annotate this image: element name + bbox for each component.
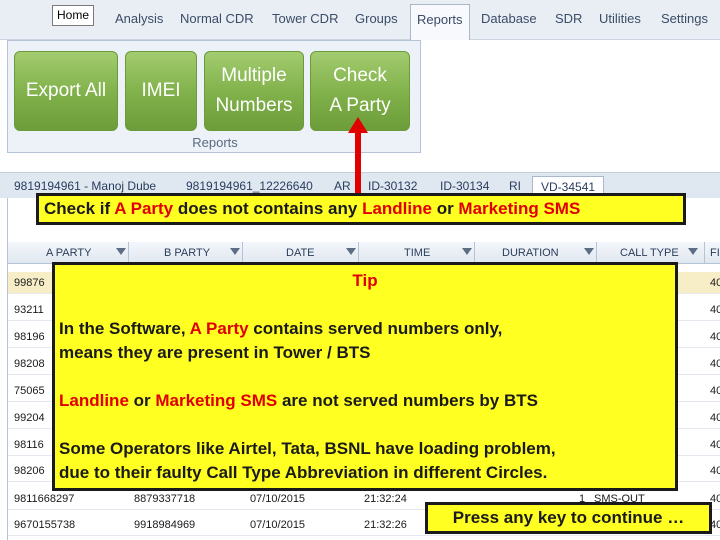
record-tab-manoj-dube[interactable]: 9819194961 - Manoj Dube bbox=[14, 179, 156, 193]
cell-date: 07/10/2015 bbox=[250, 519, 306, 531]
cell-fi: 40 bbox=[710, 439, 720, 451]
tip-text: contains served numbers only, bbox=[248, 319, 503, 338]
column-divider[interactable] bbox=[704, 242, 705, 264]
menu-sdr[interactable]: SDR bbox=[555, 11, 582, 26]
cell-a-party: 98116 bbox=[14, 439, 44, 451]
record-tab-id-30132[interactable]: ID-30132 bbox=[368, 179, 417, 193]
imei-button[interactable]: IMEI bbox=[125, 51, 197, 131]
cell-fi: 40 bbox=[710, 358, 720, 370]
cell-fi: 40 bbox=[710, 304, 720, 316]
imei-label: IMEI bbox=[141, 80, 181, 101]
cell-time: 21:32:24 bbox=[364, 493, 407, 505]
multiple-numbers-label-line2: Numbers bbox=[215, 95, 293, 116]
cell-a-party: 9670155738 bbox=[14, 519, 76, 531]
tip-title: Tip bbox=[352, 271, 378, 290]
menu-analysis[interactable]: Analysis bbox=[115, 11, 163, 26]
banner-callout: Check if A Party does not contains any L… bbox=[36, 193, 686, 225]
tip-highlight-a-party: A Party bbox=[189, 319, 249, 338]
cell-b-party: 9918984969 bbox=[134, 519, 196, 531]
cell-fi: 40 bbox=[710, 412, 720, 424]
record-tab-9819194961[interactable]: 9819194961_12226640 bbox=[186, 179, 313, 193]
cell-fi: 40 bbox=[710, 277, 720, 289]
tip-box: Tip In the Software, A Party contains se… bbox=[52, 262, 678, 491]
banner-text: does not contains any bbox=[173, 199, 363, 218]
menu-database[interactable]: Database bbox=[481, 11, 537, 26]
cell-a-party: 9811668297 bbox=[14, 493, 75, 505]
banner-highlight-landline: Landline bbox=[362, 199, 432, 218]
col-header-duration[interactable]: DURATION bbox=[502, 247, 559, 259]
filter-icon[interactable] bbox=[688, 248, 698, 255]
cell-a-party: 99876 bbox=[14, 277, 45, 289]
cell-a-party: 99204 bbox=[14, 412, 45, 424]
cell-b-party: 8879337718 bbox=[134, 493, 196, 505]
filter-icon[interactable] bbox=[116, 248, 126, 255]
filter-icon[interactable] bbox=[462, 248, 472, 255]
cell-time: 21:32:26 bbox=[364, 519, 407, 531]
cell-a-party: 93211 bbox=[14, 304, 44, 316]
cell-a-party: 98196 bbox=[14, 331, 45, 343]
cell-fi: 40 bbox=[710, 385, 720, 397]
col-header-time[interactable]: TIME bbox=[404, 247, 430, 259]
column-divider[interactable] bbox=[474, 242, 475, 264]
banner-highlight-marketing-sms: Marketing SMS bbox=[458, 199, 581, 218]
menu-reports[interactable]: Reports bbox=[410, 4, 470, 40]
tip-line-3: Landline or Marketing SMS are not served… bbox=[59, 391, 538, 411]
cell-a-party: 98206 bbox=[14, 465, 45, 477]
arrow-shaft bbox=[355, 130, 361, 200]
record-tab-id-30134[interactable]: ID-30134 bbox=[440, 179, 489, 193]
menu-settings[interactable]: Settings bbox=[661, 11, 708, 26]
column-divider[interactable] bbox=[358, 242, 359, 264]
menu-bar: Home Analysis Normal CDR Tower CDR Group… bbox=[0, 0, 720, 40]
cell-a-party: 75065 bbox=[14, 385, 45, 397]
banner-highlight-a-party: A Party bbox=[114, 199, 174, 218]
column-divider[interactable] bbox=[596, 242, 597, 264]
column-divider[interactable] bbox=[242, 242, 243, 264]
tip-text: In the Software, bbox=[59, 319, 190, 338]
tip-line-2: means they are present in Tower / BTS bbox=[59, 343, 371, 362]
tip-highlight-landline: Landline bbox=[59, 391, 129, 410]
col-header-a-party[interactable]: A PARTY bbox=[46, 247, 91, 259]
banner-text: or bbox=[431, 199, 459, 218]
menu-utilities[interactable]: Utilities bbox=[599, 11, 641, 26]
tip-line-4: Some Operators like Airtel, Tata, BSNL h… bbox=[59, 439, 556, 458]
tip-line-1: In the Software, A Party contains served… bbox=[59, 319, 502, 339]
cell-fi: 40 bbox=[710, 331, 720, 343]
filter-icon[interactable] bbox=[230, 248, 240, 255]
menu-normal-cdr[interactable]: Normal CDR bbox=[180, 11, 254, 26]
col-header-date[interactable]: DATE bbox=[286, 247, 315, 259]
multiple-numbers-label-line1: Multiple bbox=[221, 65, 287, 86]
col-header-b-party[interactable]: B PARTY bbox=[164, 247, 210, 259]
grid-header: A PARTY B PARTY DATE TIME DURATION CALL … bbox=[8, 242, 720, 264]
cell-a-party: 98208 bbox=[14, 358, 45, 370]
cell-date: 07/10/2015 bbox=[250, 493, 306, 505]
multiple-numbers-button[interactable]: Multiple Numbers bbox=[204, 51, 304, 131]
export-all-label: Export All bbox=[25, 80, 107, 101]
filter-icon[interactable] bbox=[584, 248, 594, 255]
menu-home[interactable]: Home bbox=[52, 5, 94, 26]
cell-fi: 40 bbox=[710, 465, 720, 477]
filter-icon[interactable] bbox=[346, 248, 356, 255]
record-tab-ar[interactable]: AR bbox=[334, 179, 351, 193]
tip-text: are not served numbers by BTS bbox=[277, 391, 538, 410]
tip-line-5: due to their faulty Call Type Abbreviati… bbox=[59, 463, 548, 482]
tip-highlight-marketing-sms: Marketing SMS bbox=[155, 391, 278, 410]
tip-text: or bbox=[128, 391, 156, 410]
export-all-button[interactable]: Export All bbox=[14, 51, 118, 131]
col-header-fi[interactable]: FI bbox=[710, 247, 720, 259]
continue-prompt[interactable]: Press any key to continue … bbox=[425, 502, 712, 534]
record-tab-ri[interactable]: RI bbox=[509, 179, 521, 193]
check-a-party-label-line1: Check bbox=[333, 65, 387, 86]
menu-tower-cdr[interactable]: Tower CDR bbox=[272, 11, 338, 26]
menu-groups[interactable]: Groups bbox=[355, 11, 398, 26]
col-header-call-type[interactable]: CALL TYPE bbox=[620, 247, 679, 259]
column-divider[interactable] bbox=[128, 242, 129, 264]
banner-text: Check if bbox=[44, 199, 115, 218]
